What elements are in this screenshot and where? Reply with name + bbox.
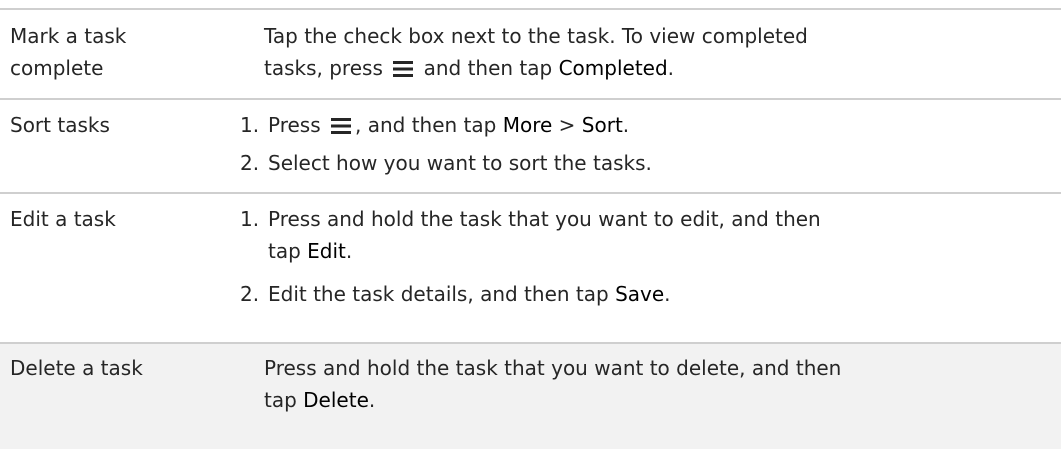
description-line: tasks, press and then tap Completed. — [264, 56, 675, 80]
step-number: 2. — [240, 282, 260, 306]
step-item: 1. Press and hold the task that you want… — [240, 203, 1050, 267]
step-text: Select how you want to sort the tasks. — [268, 151, 652, 175]
completed-term: Completed — [558, 56, 668, 80]
sort-term: Sort — [581, 113, 623, 137]
table-row: Sort tasks 1. Press , and then tap More … — [0, 100, 1061, 192]
row-label: Edit a task — [10, 207, 116, 231]
menu-icon — [393, 61, 414, 77]
row-label: Mark a task complete — [10, 20, 126, 84]
step-text: Press , and then tap More > Sort. — [268, 113, 630, 137]
save-term: Save — [615, 282, 665, 306]
row-label: Delete a task — [10, 356, 143, 380]
description-line: Tap the check box next to the task. To v… — [264, 24, 808, 48]
delete-term: Delete — [303, 388, 369, 412]
step-item: 2. Select how you want to sort the tasks… — [240, 147, 1050, 179]
step-item: 1. Press , and then tap More > Sort. — [240, 109, 1050, 141]
step-text: Edit the task details, and then tap Save… — [268, 282, 671, 306]
description-line: tap Delete. — [264, 388, 376, 412]
description-line: Press and hold the task that you want to… — [264, 356, 842, 380]
table-row: Delete a task Press and hold the task th… — [0, 344, 1061, 449]
step-text: Press and hold the task that you want to… — [268, 207, 821, 263]
row-label: Sort tasks — [10, 113, 110, 137]
row-label-line: complete — [10, 56, 104, 80]
table-row: Edit a task 1. Press and hold the task t… — [0, 194, 1061, 342]
menu-icon — [331, 118, 351, 134]
step-item: 2. Edit the task details, and then tap S… — [240, 278, 1050, 310]
table-row: Mark a task complete Tap the check box n… — [0, 10, 1061, 98]
step-number: 1. — [240, 113, 260, 137]
row-description: Tap the check box next to the task. To v… — [264, 20, 1054, 84]
step-number: 1. — [240, 207, 260, 231]
row-label-line: Mark a task — [10, 24, 127, 48]
task-actions-table: Mark a task complete Tap the check box n… — [0, 0, 1061, 449]
row-description: Press and hold the task that you want to… — [264, 352, 1054, 416]
step-number: 2. — [240, 151, 260, 175]
more-term: More — [502, 113, 553, 137]
edit-term: Edit — [307, 239, 346, 263]
